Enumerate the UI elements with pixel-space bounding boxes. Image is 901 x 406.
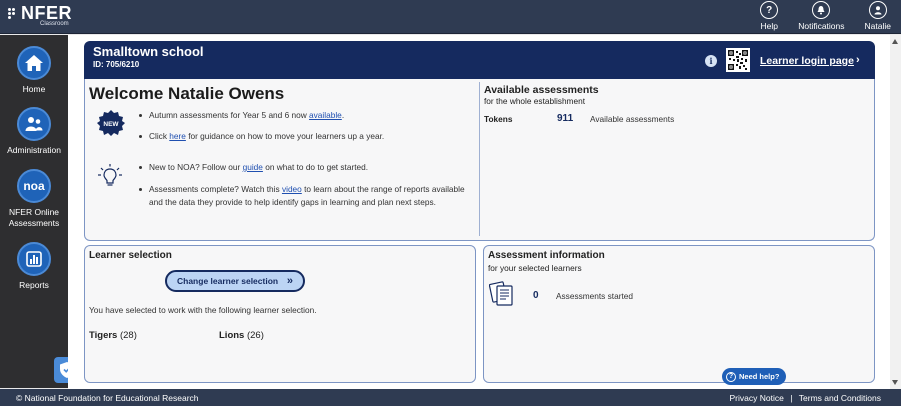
user-nav-button[interactable]: Natalie	[855, 0, 901, 34]
documents-icon	[488, 280, 517, 308]
footer-separator: |	[790, 392, 793, 403]
guide-link[interactable]: guide	[243, 162, 263, 172]
group-count: (26)	[246, 330, 264, 341]
sidebar-item-reports[interactable]: Reports	[0, 242, 68, 291]
info-icon[interactable]: i	[705, 55, 717, 67]
bullet-text: for guidance on how to move your learner…	[185, 131, 385, 141]
group-tigers: Tigers (28)	[89, 330, 137, 341]
tokens-value: 911	[557, 113, 574, 124]
new-badge-icon: NEW	[96, 110, 126, 136]
learner-selection-text: You have selected to work with the follo…	[89, 305, 317, 315]
learner-selection-title: Learner selection	[89, 250, 172, 261]
bullet-autumn: Autumn assessments for Year 5 and 6 now …	[139, 109, 469, 122]
home-icon	[17, 46, 51, 80]
school-name: Smalltown school	[93, 44, 204, 59]
available-link[interactable]: available	[309, 110, 342, 120]
available-assessments-subtitle: for the whole establishment	[484, 96, 586, 106]
video-link[interactable]: video	[282, 184, 302, 194]
chevron-right-icon[interactable]: ›	[856, 54, 860, 66]
footer: © National Foundation for Educational Re…	[0, 389, 901, 406]
people-icon	[17, 107, 51, 141]
vertical-scrollbar[interactable]	[890, 35, 901, 389]
copyright-text: © National Foundation for Educational Re…	[16, 392, 199, 403]
change-learner-selection-button[interactable]: Change learner selection »	[165, 270, 305, 292]
sidebar-item-label: Reports	[19, 280, 49, 290]
sidebar-item-label: NFER Online Assessments	[8, 207, 60, 228]
tokens-text: Available assessments	[590, 114, 675, 124]
sidebar-item-label: Home	[22, 84, 46, 94]
bullet-text: on what to do to get started.	[262, 162, 369, 172]
lightbulb-icon	[96, 163, 124, 189]
group-lions: Lions (26)	[219, 330, 264, 341]
help-nav-label: Help	[760, 21, 778, 31]
sidebar-item-label: Administration	[7, 145, 61, 155]
bullet-text: Click	[149, 131, 170, 141]
brand-sub: Classroom	[40, 21, 69, 27]
assessments-started-value: 0	[533, 290, 539, 301]
bullet-text: Autumn assessments for Year 5 and 6 now	[149, 110, 310, 120]
new-badge-label: NEW	[103, 121, 119, 128]
nfer-logo[interactable]: NFER Classroom	[8, 4, 72, 27]
bullet-text: Assessments complete? Watch this	[149, 184, 282, 194]
privacy-notice-link[interactable]: Privacy Notice	[729, 393, 783, 403]
logo-dots-icon	[8, 7, 18, 19]
bar-chart-icon	[17, 242, 51, 276]
available-assessments-title: Available assessments	[484, 84, 599, 96]
user-icon	[868, 1, 887, 19]
qr-code-icon	[726, 48, 750, 72]
school-header: Smalltown school ID: 705/6210 i Learner …	[84, 41, 875, 79]
group-name: Lions	[219, 330, 245, 341]
school-id: ID: 705/6210	[93, 60, 140, 69]
double-chevron-right-icon: »	[286, 275, 293, 287]
brand-name: NFER	[21, 3, 72, 23]
group-count: (28)	[119, 330, 137, 341]
sidebar-item-administration[interactable]: Administration	[0, 107, 68, 156]
bullet-new-to-noa: New to NOA? Follow our guide on what to …	[139, 161, 469, 174]
here-link[interactable]: here	[169, 131, 186, 141]
terms-link[interactable]: Terms and Conditions	[799, 393, 881, 403]
assessment-information-subtitle: for your selected learners	[488, 263, 582, 273]
scroll-up-icon[interactable]	[892, 39, 898, 44]
top-nav: ? Help Notifications Natalie	[750, 0, 901, 34]
bullet-assessments-complete: Assessments complete? Watch this video t…	[139, 183, 475, 209]
bullet-text: New to NOA? Follow our	[149, 162, 243, 172]
welcome-title: Welcome Natalie Owens	[89, 84, 285, 103]
bullet-text: .	[341, 110, 345, 120]
change-learner-selection-label: Change learner selection	[177, 276, 279, 286]
help-icon: ?	[760, 1, 779, 19]
group-name: Tigers	[89, 330, 118, 341]
footer-links: Privacy Notice | Terms and Conditions	[725, 393, 881, 403]
help-nav-button[interactable]: ? Help	[750, 0, 788, 34]
tokens-label: Tokens	[484, 114, 513, 124]
scroll-down-icon[interactable]	[892, 380, 898, 385]
need-help-label: Need help?	[739, 372, 780, 381]
sidebar-item-home[interactable]: Home	[0, 46, 68, 95]
noa-icon: noa	[17, 169, 51, 203]
notifications-nav-label: Notifications	[798, 21, 845, 31]
help-circle-icon: ?	[726, 371, 736, 382]
sidebar: Home Administration noa NFER Online Asse…	[0, 35, 68, 388]
notifications-nav-button[interactable]: Notifications	[788, 0, 854, 34]
panel-divider	[479, 82, 480, 236]
bullet-move-learners: Click here for guidance on how to move y…	[139, 130, 469, 143]
sidebar-item-online-assessments[interactable]: noa NFER Online Assessments	[0, 169, 68, 229]
assessment-information-title: Assessment information	[488, 250, 605, 261]
assessments-started-text: Assessments started	[556, 291, 634, 301]
user-nav-label: Natalie	[864, 21, 891, 31]
bell-icon	[812, 1, 831, 19]
top-bar: NFER Classroom ? Help Notifications Nata…	[0, 0, 901, 34]
need-help-button[interactable]: ? Need help?	[722, 368, 786, 385]
learner-login-link[interactable]: Learner login page	[760, 55, 854, 67]
